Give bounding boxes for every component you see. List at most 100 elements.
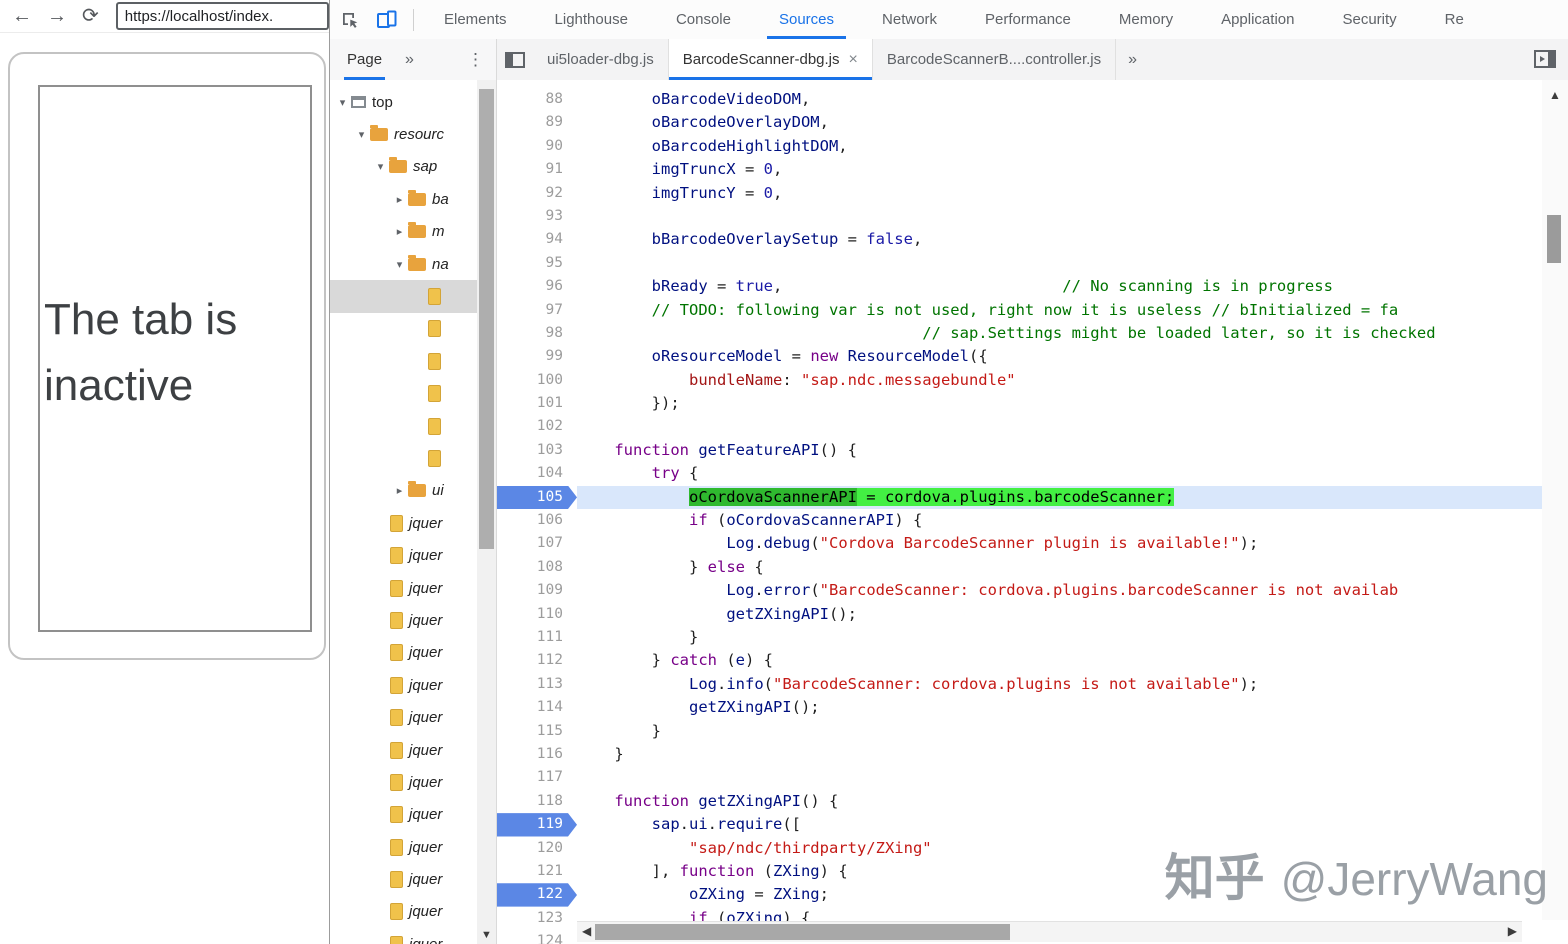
tab-performance[interactable]: Performance	[961, 0, 1095, 39]
tree-item-top[interactable]: ▾ top	[330, 86, 477, 118]
code-text[interactable]: ], function (ZXing) {	[577, 860, 1542, 883]
line-number[interactable]: 114	[497, 696, 577, 719]
navigator-toggle-icon[interactable]	[497, 39, 533, 80]
tree-item-file[interactable]	[330, 442, 477, 474]
expand-arrow-icon[interactable]: ▾	[393, 258, 406, 271]
expand-arrow-icon[interactable]: ▾	[355, 128, 368, 141]
line-number[interactable]: 91	[497, 158, 577, 181]
collapse-arrow-icon[interactable]: ▸	[393, 193, 406, 206]
code-text[interactable]: if (oCordovaScannerAPI) {	[577, 509, 1542, 532]
code-text[interactable]: oBarcodeVideoDOM,	[577, 88, 1542, 111]
code-text[interactable]: oZXing = ZXing;	[577, 883, 1542, 906]
vertical-scrollbar-thumb[interactable]	[1547, 215, 1561, 263]
code-text[interactable]: } catch (e) {	[577, 649, 1542, 672]
line-number[interactable]: 102	[497, 415, 577, 438]
tab-re[interactable]: Re	[1421, 0, 1488, 39]
editor-vertical-scrollbar[interactable]: ▲	[1542, 80, 1568, 920]
expand-arrow-icon[interactable]: ▾	[374, 160, 387, 173]
line-number[interactable]: 89	[497, 111, 577, 134]
code-text[interactable]: }	[577, 720, 1542, 743]
breakpoint-marker[interactable]: 122	[497, 883, 577, 906]
code-text[interactable]: oBarcodeHighlightDOM,	[577, 135, 1542, 158]
device-toolbar-icon[interactable]	[376, 10, 397, 29]
expand-arrow-icon[interactable]: ▾	[336, 96, 349, 109]
tab-lighthouse[interactable]: Lighthouse	[531, 0, 652, 39]
code-text[interactable]	[577, 766, 1542, 789]
code-text[interactable]: });	[577, 392, 1542, 415]
tree-item-ba[interactable]: ▸ ba	[330, 183, 477, 215]
line-number[interactable]: 117	[497, 766, 577, 789]
breakpoint-marker[interactable]: 105	[497, 486, 577, 509]
line-number[interactable]: 120	[497, 837, 577, 860]
line-number[interactable]: 111	[497, 626, 577, 649]
line-number[interactable]: 104	[497, 462, 577, 485]
url-input[interactable]: https://localhost/index.	[115, 2, 329, 30]
tree-item-jquer[interactable]: jquer	[330, 539, 477, 571]
line-number[interactable]: 116	[497, 743, 577, 766]
tree-item-file[interactable]	[330, 280, 477, 313]
code-text[interactable]: bundleName: "sap.ndc.messagebundle"	[577, 369, 1542, 392]
line-number[interactable]: 113	[497, 673, 577, 696]
tree-item-jquer[interactable]: jquer	[330, 799, 477, 831]
tree-item-jquer[interactable]: jquer	[330, 896, 477, 928]
code-text[interactable]: oBarcodeOverlayDOM,	[577, 111, 1542, 134]
line-number[interactable]: 88	[497, 88, 577, 111]
line-number[interactable]: 98	[497, 322, 577, 345]
tree-item-ui[interactable]: ▸ ui	[330, 475, 477, 507]
code-text[interactable]: imgTruncY = 0,	[577, 182, 1542, 205]
line-number[interactable]: 94	[497, 228, 577, 251]
forward-button[interactable]: →	[47, 6, 67, 26]
tree-item-resourc[interactable]: ▾ resourc	[330, 118, 477, 150]
tab-memory[interactable]: Memory	[1095, 0, 1197, 39]
code-text[interactable]: function getFeatureAPI() {	[577, 439, 1542, 462]
tree-item-jquer[interactable]: jquer	[330, 507, 477, 539]
code-text[interactable]: // sap.Settings might be loaded later, s…	[577, 322, 1542, 345]
line-number[interactable]: 108	[497, 556, 577, 579]
code-text[interactable]: oResourceModel = new ResourceModel({	[577, 345, 1542, 368]
tree-item-jquer[interactable]: jquer	[330, 928, 477, 944]
tree-item-jquer[interactable]: jquer	[330, 637, 477, 669]
tree-item-file[interactable]	[330, 345, 477, 377]
tree-item-jquer[interactable]: jquer	[330, 831, 477, 863]
code-text[interactable]: imgTruncX = 0,	[577, 158, 1542, 181]
code-text[interactable]: try {	[577, 462, 1542, 485]
code-text[interactable]: Log.debug("Cordova BarcodeScanner plugin…	[577, 532, 1542, 555]
code-text[interactable]: oCordovaScannerAPI = cordova.plugins.bar…	[577, 485, 1542, 510]
tree-item-jquer[interactable]: jquer	[330, 669, 477, 701]
code-text[interactable]: }	[577, 743, 1542, 766]
code-text[interactable]	[577, 415, 1542, 438]
code-text[interactable]: getZXingAPI();	[577, 696, 1542, 719]
scroll-left-icon[interactable]: ◀	[582, 924, 591, 938]
code-text[interactable]: sap.ui.require([	[577, 813, 1542, 836]
line-number[interactable]: 93	[497, 205, 577, 228]
code-text[interactable]: "sap/ndc/thirdparty/ZXing"	[577, 837, 1542, 860]
editor-tab-barcodescanner-dbg.js[interactable]: BarcodeScanner-dbg.js ×	[668, 39, 873, 80]
tree-item-jquer[interactable]: jquer	[330, 701, 477, 733]
code-text[interactable]	[577, 205, 1542, 228]
code-text[interactable]: getZXingAPI();	[577, 603, 1542, 626]
code-text[interactable]: } else {	[577, 556, 1542, 579]
navigator-page-tab[interactable]: Page	[344, 39, 386, 80]
tab-sources[interactable]: Sources	[755, 0, 858, 39]
line-number[interactable]: 124	[497, 930, 577, 944]
collapse-arrow-icon[interactable]: ▸	[393, 484, 406, 497]
line-number[interactable]: 110	[497, 603, 577, 626]
line-number[interactable]: 106	[497, 509, 577, 532]
inspect-icon[interactable]	[340, 10, 360, 30]
editor-tab-ui5loader-dbg.js[interactable]: ui5loader-dbg.js	[533, 39, 669, 80]
editor-tabs-overflow-chevron[interactable]: »	[1116, 51, 1149, 69]
line-number[interactable]: 96	[497, 275, 577, 298]
tree-item-jquer[interactable]: jquer	[330, 604, 477, 636]
tab-console[interactable]: Console	[652, 0, 755, 39]
tab-elements[interactable]: Elements	[420, 0, 531, 39]
code-text[interactable]: bBarcodeOverlaySetup = false,	[577, 228, 1542, 251]
horizontal-scrollbar-thumb[interactable]	[595, 924, 1010, 940]
line-number[interactable]: 107	[497, 532, 577, 555]
line-number[interactable]: 95	[497, 252, 577, 275]
line-number[interactable]: 109	[497, 579, 577, 602]
tab-network[interactable]: Network	[858, 0, 961, 39]
code-text[interactable]: function getZXingAPI() {	[577, 790, 1542, 813]
toggle-debugger-sidebar-icon[interactable]	[1534, 50, 1556, 73]
line-number[interactable]: 121	[497, 860, 577, 883]
code-text[interactable]: // TODO: following var is not used, righ…	[577, 299, 1542, 322]
